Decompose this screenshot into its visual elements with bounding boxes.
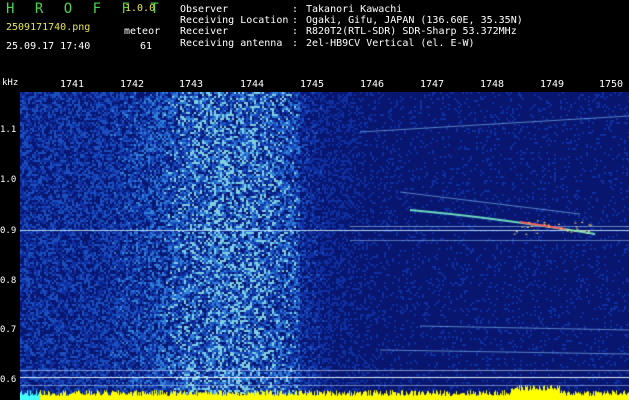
time-tick-label: 1746 (360, 79, 385, 90)
frequency-unit-label: kHz (2, 78, 19, 88)
frequency-tick-label: 0.7 (0, 325, 17, 335)
app-version: 1.0.0 (125, 3, 156, 14)
frequency-tick-label: 0.6 (0, 375, 17, 385)
info-key: Observer (180, 4, 229, 15)
time-tick-label: 1748 (480, 79, 505, 90)
time-tick-label: 1743 (179, 79, 204, 90)
spectrogram (20, 92, 629, 400)
info-row-observer: Observer: Takanori Kawachi (180, 4, 403, 15)
time-tick-label: 1741 (60, 79, 85, 90)
info-key: Receiving antenna (180, 37, 283, 49)
file-name: 2509171740.png (6, 22, 91, 33)
station-info: Observer: Takanori Kawachi Receiving Loc… (180, 4, 523, 49)
time-tick-label: 1745 (300, 79, 325, 90)
frequency-tick-label: 1.0 (0, 175, 17, 185)
meteor-count: 61 (140, 41, 153, 52)
info-key: Receiving Location (180, 15, 289, 27)
frequency-tick-label: 0.8 (0, 276, 17, 286)
info-value: Takanori Kawachi (306, 4, 403, 15)
time-tick-label: 1747 (420, 79, 445, 90)
frequency-tick-label: 1.1 (0, 125, 17, 135)
spectrogram-canvas (20, 92, 629, 400)
info-value: 2el-HB9CV Vertical (el. E-W) (306, 37, 475, 49)
timestamp: 25.09.17 17:40 (6, 41, 91, 52)
header-panel: H R O F F T 1.0.0 2509171740.png meteor … (0, 0, 629, 76)
mode-label: meteor (124, 26, 161, 37)
frequency-tick-label: 0.9 (0, 226, 17, 236)
time-tick-label: 1749 (540, 79, 565, 90)
info-value: Ogaki, Gifu, JAPAN (136.60E, 35.35N) (306, 15, 523, 27)
info-key: Receiver (180, 26, 229, 38)
info-row-location: Receiving Location: Ogaki, Gifu, JAPAN (… (180, 15, 523, 27)
info-row-antenna: Receiving antenna: 2el-HB9CV Vertical (e… (180, 37, 475, 49)
time-tick-label: 1750 (599, 79, 624, 90)
time-tick-label: 1744 (240, 79, 265, 90)
info-value: R820T2(RTL-SDR) SDR-Sharp 53.372MHz (306, 26, 517, 38)
info-row-receiver: Receiver: R820T2(RTL-SDR) SDR-Sharp 53.3… (180, 26, 517, 38)
time-tick-label: 1742 (120, 79, 145, 90)
